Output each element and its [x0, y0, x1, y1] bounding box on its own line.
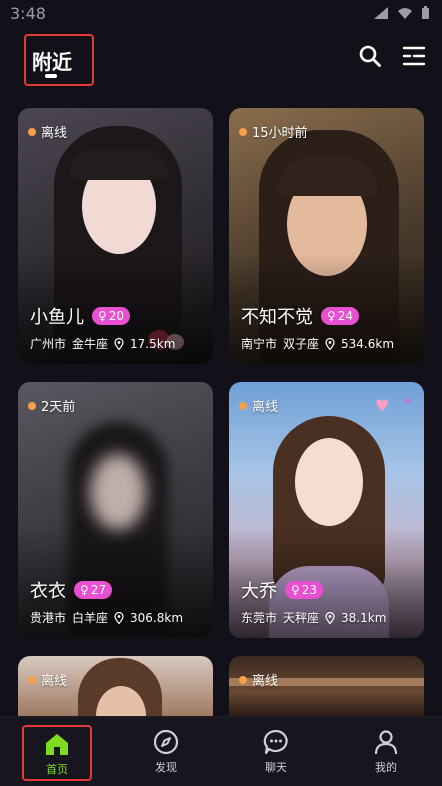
age-badge: ♀ 24 — [321, 307, 360, 325]
tab-nearby-label: 附近 — [32, 50, 72, 74]
female-icon: ♀ — [327, 309, 336, 323]
nav-chat[interactable]: 聊天 — [241, 725, 311, 781]
status-time: 3:48 — [10, 4, 46, 23]
city: 广州市 — [30, 337, 67, 351]
status-dot-icon — [28, 127, 36, 136]
city: 南宁市 — [241, 337, 278, 351]
card-info: 衣衣 ♀ 27 贵港市 白羊座 306.8km — [30, 577, 205, 626]
city: 东莞市 — [241, 611, 278, 625]
nav-chat-label: 聊天 — [265, 761, 287, 774]
card-info: 大乔 ♀ 23 东莞市 天秤座 38.1km — [241, 577, 416, 626]
status-icons — [373, 6, 430, 20]
nav-home-label: 首页 — [46, 763, 68, 776]
status-dot-icon — [28, 675, 36, 684]
online-status: 离线 — [239, 670, 278, 689]
status-dot-icon — [239, 675, 247, 684]
profile-name: 大乔 — [241, 581, 277, 602]
nav-discover[interactable]: 发现 — [131, 725, 201, 781]
online-status: 15小时前 — [239, 122, 308, 141]
profile-card[interactable]: 15小时前 不知不觉 ♀ 24 南宁市 双子座 534.6km — [229, 108, 424, 364]
status-text: 离线 — [252, 674, 279, 689]
nav-home[interactable]: 首页 — [22, 725, 92, 781]
battery-icon — [422, 6, 429, 19]
status-dot-icon — [239, 127, 247, 136]
wifi-icon — [398, 8, 412, 19]
distance: 17.5km — [130, 336, 176, 351]
status-bar: 3:48 — [0, 0, 442, 28]
status-text: 离线 — [41, 674, 68, 689]
age-badge: ♀ 27 — [74, 581, 113, 599]
profile-name: 小鱼儿 — [30, 307, 84, 328]
age-value: 20 — [108, 309, 125, 323]
profile-name: 衣衣 — [30, 581, 66, 602]
age-value: 24 — [337, 309, 354, 323]
location-pin-icon — [114, 611, 124, 624]
online-status: 离线 — [239, 396, 278, 415]
location-pin-icon — [114, 337, 124, 350]
card-info: 小鱼儿 ♀ 20 广州市 金牛座 17.5km — [30, 303, 205, 352]
status-text: 15小时前 — [252, 126, 308, 141]
profile-card[interactable]: 离线 — [229, 656, 424, 716]
signal-icon — [374, 7, 388, 19]
filter-menu-button[interactable] — [400, 42, 428, 70]
status-text: 2天前 — [41, 400, 76, 415]
city: 贵港市 — [30, 611, 67, 625]
tab-active-indicator — [45, 74, 57, 78]
nav-me-label: 我的 — [375, 761, 397, 774]
online-status: 离线 — [28, 122, 67, 141]
search-button[interactable] — [356, 42, 384, 70]
nav-me[interactable]: 我的 — [351, 725, 421, 781]
user-icon — [374, 730, 398, 755]
home-icon — [46, 734, 68, 755]
age-value: 23 — [301, 583, 318, 597]
zodiac: 天秤座 — [283, 611, 320, 625]
status-text: 离线 — [41, 126, 68, 141]
age-badge: ♀ 23 — [285, 581, 324, 599]
chat-bubble-icon — [263, 729, 288, 755]
location-pin-icon — [325, 337, 335, 350]
profile-card[interactable]: 2天前 衣衣 ♀ 27 贵港市 白羊座 306.8km — [18, 382, 213, 638]
female-icon: ♀ — [291, 583, 300, 597]
distance: 306.8km — [130, 610, 184, 625]
profile-name: 不知不觉 — [241, 307, 313, 328]
status-text: 离线 — [252, 400, 279, 415]
search-icon — [359, 45, 381, 67]
zodiac: 金牛座 — [72, 337, 109, 351]
tab-nearby[interactable]: 附近 — [24, 34, 94, 86]
profile-card[interactable]: ♥ ✦ 离线 大乔 ♀ 23 东莞市 天秤座 38.1km — [229, 382, 424, 638]
status-dot-icon — [28, 401, 36, 410]
distance: 38.1km — [341, 610, 387, 625]
nav-discover-label: 发现 — [155, 761, 177, 774]
age-value: 27 — [90, 583, 107, 597]
online-status: 2天前 — [28, 396, 75, 415]
profile-card[interactable]: 离线 小鱼儿 ♀ 20 广州市 金牛座 17.5km — [18, 108, 213, 364]
app-screen: 3:48 附近 离线 小鱼儿 ♀ 20 广州市 金牛座 17.5km 15小时前… — [0, 0, 442, 786]
age-badge: ♀ 20 — [92, 307, 131, 325]
female-icon: ♀ — [98, 309, 107, 323]
status-dot-icon — [239, 401, 247, 410]
card-info: 不知不觉 ♀ 24 南宁市 双子座 534.6km — [241, 303, 416, 352]
online-status: 离线 — [28, 670, 67, 689]
distance: 534.6km — [341, 336, 395, 351]
female-icon: ♀ — [80, 583, 89, 597]
zodiac: 双子座 — [283, 337, 320, 351]
profile-card[interactable]: 离线 — [18, 656, 213, 716]
filter-list-icon — [402, 46, 426, 66]
bottom-nav: 首页 发现 聊天 我的 — [0, 716, 442, 786]
location-pin-icon — [325, 611, 335, 624]
compass-icon — [153, 729, 179, 755]
top-header: 附近 — [0, 28, 442, 90]
zodiac: 白羊座 — [72, 611, 109, 625]
